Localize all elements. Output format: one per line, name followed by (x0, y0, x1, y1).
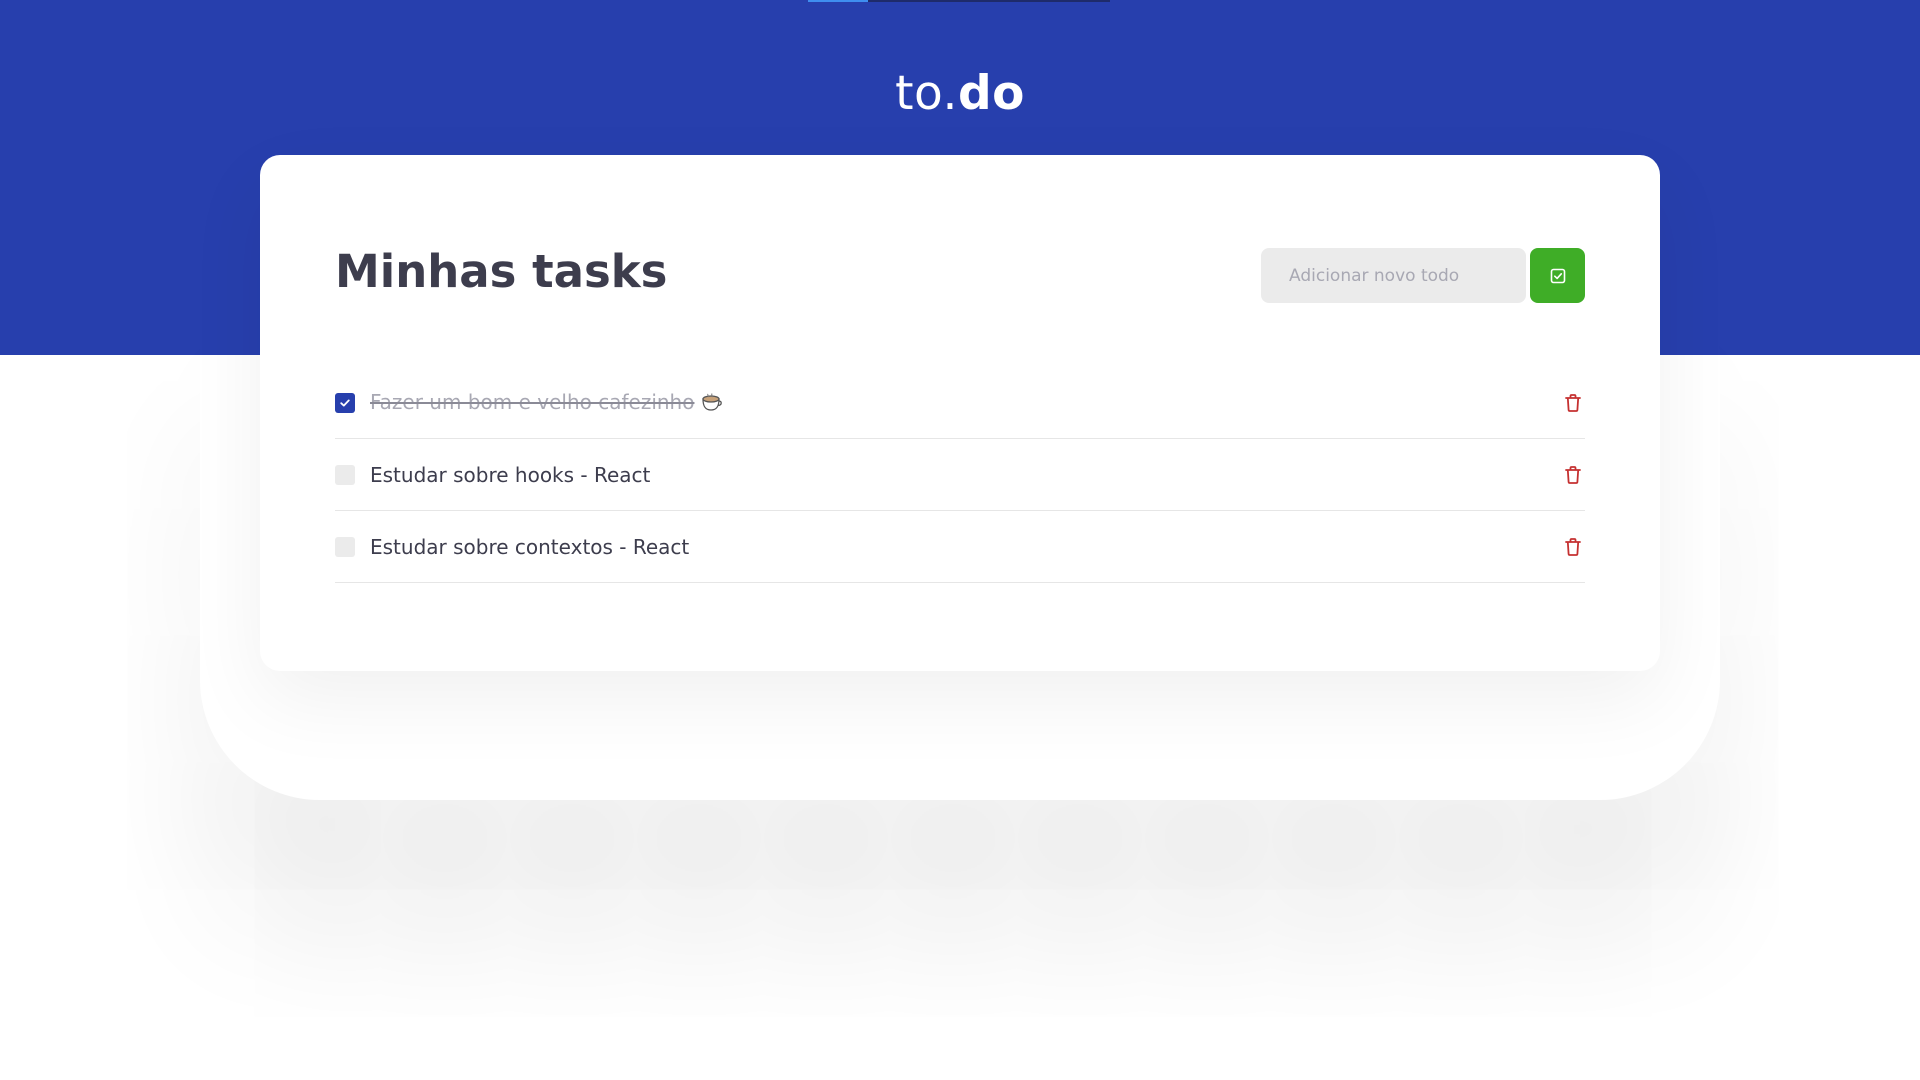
logo-bold-part: do (957, 66, 1025, 121)
task-row: Estudar sobre contextos - React (335, 511, 1585, 583)
add-todo-form (1261, 248, 1585, 303)
task-list: Fazer um bom e velho cafezinho Estudar s… (335, 368, 1585, 583)
new-todo-input[interactable] (1261, 248, 1526, 303)
add-todo-button[interactable] (1530, 248, 1585, 303)
page-title: Minhas tasks (335, 245, 668, 298)
task-checkbox[interactable] (335, 464, 355, 485)
delete-task-button[interactable] (1561, 535, 1585, 559)
trash-icon (1564, 393, 1582, 413)
task-text: Fazer um bom e velho cafezinho (370, 390, 724, 417)
task-checkbox[interactable] (335, 536, 355, 557)
task-checkbox-checked[interactable] (335, 393, 355, 413)
task-label: Fazer um bom e velho cafezinho (370, 389, 695, 414)
delete-task-button[interactable] (1561, 463, 1585, 487)
coffee-cup-icon (700, 392, 724, 417)
task-label: Estudar sobre hooks - React (370, 462, 651, 487)
check-square-icon (1550, 268, 1566, 284)
logo-light-part: to. (895, 66, 958, 121)
task-row: Fazer um bom e velho cafezinho (335, 368, 1585, 439)
check-icon (339, 397, 351, 409)
tasks-card: Minhas tasks Fazer um bom e velho cafezi… (260, 155, 1660, 671)
app-logo: to.do (0, 66, 1920, 121)
task-row: Estudar sobre hooks - React (335, 439, 1585, 511)
task-label: Estudar sobre contextos - React (370, 534, 690, 559)
top-progress-fill (808, 0, 869, 2)
trash-icon (1564, 537, 1582, 557)
delete-task-button[interactable] (1561, 391, 1585, 415)
trash-icon (1564, 465, 1582, 485)
top-progress-bar (808, 0, 1110, 2)
